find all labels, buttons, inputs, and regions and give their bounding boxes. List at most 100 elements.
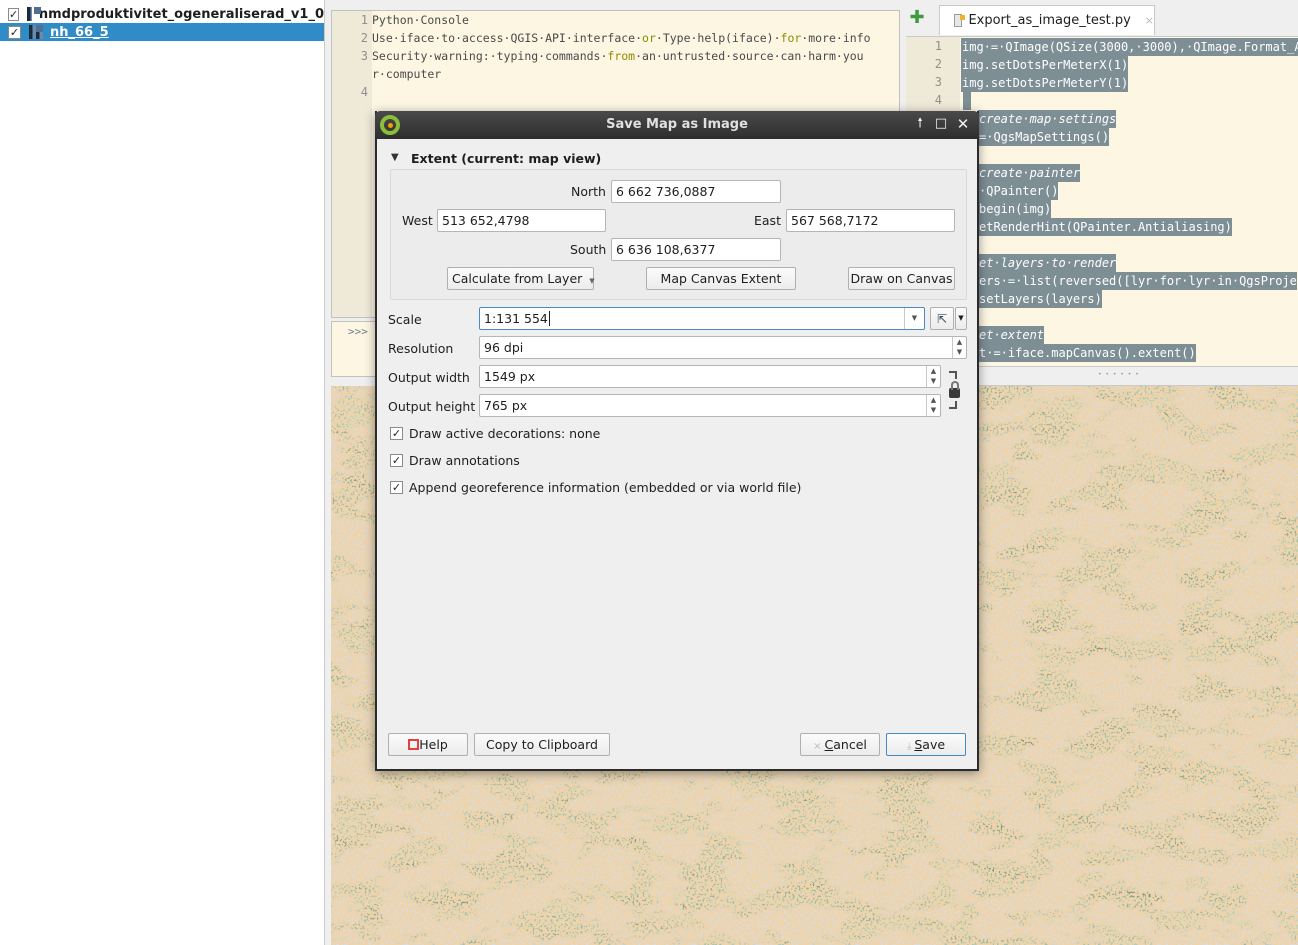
tab-export-as-image-test[interactable]: Export_as_image_test.py × — [939, 5, 1155, 35]
save-button[interactable]: ⤓ Save — [886, 733, 966, 756]
line-number: 4 — [934, 93, 942, 107]
spin-arrows-icon[interactable]: ▲ ▼ — [952, 337, 966, 358]
text: Security·warning:·typing·commands· — [372, 49, 608, 63]
map-canvas-extent-button[interactable]: Map Canvas Extent — [646, 267, 796, 290]
console-prompt: >>> — [348, 325, 368, 338]
line-number: 1 — [934, 39, 942, 53]
raster-layer-icon — [29, 25, 43, 39]
resolution-spinbox[interactable]: 96 dpi ▲ ▼ — [479, 336, 967, 359]
resolution-label: Resolution — [388, 341, 454, 356]
text: ·an·untrusted·source·can·harm·you — [635, 49, 864, 63]
close-tab-icon[interactable]: × — [1145, 14, 1154, 27]
output-height-spinbox[interactable]: 765 px ▲ ▼ — [479, 394, 941, 417]
dialog-titlebar[interactable]: Save Map as Image 🠕 □ ✕ — [375, 111, 979, 139]
output-width-value: 1549 px — [484, 369, 536, 384]
editor-line: et·layers·to·render — [978, 254, 1117, 272]
scale-combobox[interactable]: 1:131 554 ▼ — [479, 307, 925, 330]
mnemonic: C — [824, 737, 834, 752]
button-label: Calculate from Layer — [452, 271, 583, 286]
button-label: Help — [419, 737, 448, 752]
extent-group-header[interactable]: Extent (current: map view) — [411, 151, 601, 166]
draw-annotations-checkbox[interactable]: ✓ — [390, 454, 403, 467]
cancel-icon: × — [813, 741, 822, 752]
dropdown-arrow-icon: ▼ — [589, 277, 595, 285]
layer-name: nh_66_5 — [50, 24, 109, 40]
editor-line: img·=·QImage(QSize(3000,·3000),·QImage.F… — [961, 38, 1298, 56]
tab-label: Export_as_image_test.py — [968, 13, 1131, 28]
line-number: 2 — [360, 31, 368, 45]
new-editor-tab-icon[interactable]: ✚ — [909, 9, 925, 27]
north-label: North — [571, 184, 606, 199]
west-field[interactable]: 513 652,4798 — [437, 209, 606, 232]
cursor-pointer-icon: ⇱ — [936, 312, 948, 326]
line-number: 4 — [360, 85, 368, 99]
console-line: Python·Console — [372, 13, 469, 27]
east-label: East — [754, 213, 781, 228]
calculate-from-layer-button[interactable]: Calculate from Layer ▼ — [447, 267, 595, 290]
resolution-value: 96 dpi — [484, 340, 524, 355]
collapse-triangle-icon[interactable]: ▼ — [391, 152, 399, 163]
north-field[interactable]: 6 662 736,0887 — [611, 180, 781, 203]
output-width-spinbox[interactable]: 1549 px ▲ ▼ — [479, 365, 941, 388]
cancel-button[interactable]: × Cancel — [800, 733, 880, 756]
keyword: for — [780, 31, 802, 45]
dialog-title: Save Map as Image — [606, 117, 748, 132]
ratio-bracket-bottom — [949, 401, 957, 409]
west-label: West — [402, 213, 433, 228]
draw-decorations-checkbox[interactable]: ✓ — [390, 427, 403, 440]
editor-line: ers·=·list(reversed([lyr·for·lyr·in·QgsP… — [978, 272, 1297, 290]
spin-arrows-icon[interactable]: ▲ ▼ — [926, 395, 940, 416]
output-height-label: Output height — [388, 399, 476, 414]
append-georeference-label[interactable]: Append georeference information (embedde… — [409, 480, 801, 495]
scale-dropdown-arrow-icon[interactable]: ▼ — [904, 308, 924, 329]
spin-arrows-icon[interactable]: ▲ ▼ — [926, 366, 940, 387]
editor-line — [963, 92, 971, 110]
keyword: or — [642, 31, 656, 45]
editor-line: begin(img) — [978, 200, 1052, 218]
draw-on-canvas-button[interactable]: Draw on Canvas — [848, 267, 955, 290]
line-number: 2 — [934, 57, 942, 71]
editor-line: =·QgsMapSettings() — [978, 128, 1110, 146]
layer-item-nmdproduktivitet[interactable]: ✓ nmdproduktivitet_ogeneraliserad_v1_0 — [0, 5, 324, 23]
save-icon: ⤓ — [906, 741, 912, 752]
draw-annotations-label[interactable]: Draw annotations — [409, 453, 520, 468]
keyword: from — [607, 49, 636, 63]
text-cursor — [548, 311, 550, 326]
editor-line: et·extent — [978, 326, 1045, 344]
editor-line: create·painter — [978, 164, 1081, 182]
scale-tool-dropdown-icon[interactable]: ▼ — [955, 307, 967, 330]
scale-label: Scale — [388, 312, 422, 327]
text: Use·iface·to·access·QGIS·API·interface· — [372, 31, 643, 45]
south-field[interactable]: 6 636 108,6377 — [611, 238, 781, 261]
help-button[interactable]: Help — [388, 733, 468, 756]
text: ·more·info — [801, 31, 871, 45]
button-label: ancel — [833, 737, 867, 752]
layer-visibility-checkbox[interactable]: ✓ — [8, 7, 20, 21]
east-field[interactable]: 567 568,7172 — [786, 209, 955, 232]
maximize-button[interactable]: □ — [933, 116, 949, 132]
lock-shackle — [951, 381, 959, 390]
raster-layer-icon — [27, 7, 41, 21]
scale-from-canvas-button[interactable]: ⇱ — [930, 307, 954, 330]
layer-item-nh-66-5[interactable]: ✓ nh_66_5 — [0, 23, 324, 41]
splitter-grip-icon: • • • • • • — [1098, 371, 1140, 378]
ratio-bracket-top — [949, 371, 957, 379]
output-width-label: Output width — [388, 370, 470, 385]
editor-line: setLayers(layers) — [978, 290, 1102, 308]
layers-panel: ✓ nmdproduktivitet_ogeneraliserad_v1_0 ✓… — [0, 0, 325, 945]
line-number: 1 — [360, 13, 368, 27]
python-file-icon — [954, 14, 967, 27]
editor-line: create·map·settings — [978, 110, 1117, 128]
layer-name: nmdproduktivitet_ogeneraliserad_v1_0 — [38, 6, 324, 22]
append-georeference-checkbox[interactable]: ✓ — [390, 481, 403, 494]
scale-value: 1:131 554 — [484, 311, 548, 326]
draw-decorations-label[interactable]: Draw active decorations: none — [409, 426, 600, 441]
close-button[interactable]: ✕ — [955, 116, 971, 132]
text: ·Type·help(iface)· — [655, 31, 781, 45]
keep-above-button[interactable]: 🠕 — [912, 116, 928, 132]
output-height-value: 765 px — [484, 398, 528, 413]
editor-line: img.setDotsPerMeterY(1) — [961, 74, 1129, 92]
copy-to-clipboard-button[interactable]: Copy to Clipboard — [474, 733, 610, 756]
layer-visibility-checkbox[interactable]: ✓ — [8, 25, 21, 39]
console-line: Security·warning:·typing·commands·from·a… — [372, 49, 864, 63]
